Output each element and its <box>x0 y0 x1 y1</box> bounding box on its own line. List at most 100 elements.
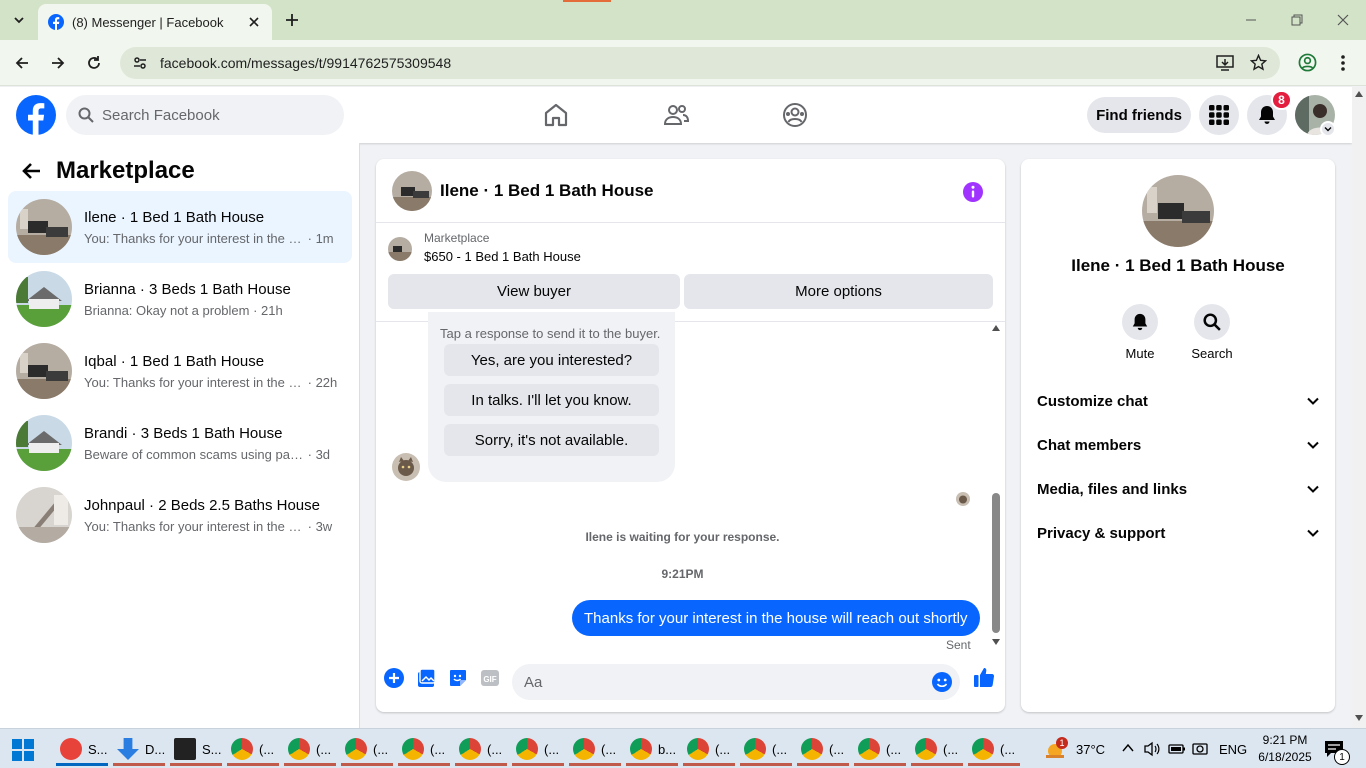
new-tab-icon[interactable] <box>282 10 302 30</box>
section-media-files-links[interactable]: Media, files and links <box>1029 467 1327 511</box>
back-button[interactable] <box>10 51 34 75</box>
emoji-icon[interactable] <box>932 672 952 692</box>
chevron-up-icon[interactable] <box>1122 743 1134 753</box>
view-buyer-button[interactable]: View buyer <box>388 274 680 309</box>
close-window-button[interactable] <box>1320 0 1366 40</box>
sender-avatar[interactable] <box>392 453 420 481</box>
reload-button[interactable] <box>82 51 106 75</box>
camera-icon[interactable] <box>1192 741 1208 757</box>
bookmark-star-icon[interactable] <box>1250 54 1267 71</box>
info-icon[interactable] <box>962 181 984 203</box>
chat-title[interactable]: Ilene · 1 Bed 1 Bath House <box>440 181 654 201</box>
conversation-item[interactable]: Ilene · 1 Bed 1 Bath House You: Thanks f… <box>8 191 352 263</box>
taskbar-app-button[interactable]: (... <box>968 732 1020 766</box>
taskbar-app-button[interactable]: (... <box>284 732 336 766</box>
conversation-item[interactable]: Johnpaul · 2 Beds 2.5 Baths House You: T… <box>8 479 352 551</box>
tab-search-button[interactable] <box>8 9 30 31</box>
marketplace-listing-banner[interactable]: Marketplace $650 - 1 Bed 1 Bath House <box>388 231 581 264</box>
taskbar-app-button[interactable]: S... <box>56 732 108 766</box>
account-chevron[interactable] <box>1320 121 1336 137</box>
details-avatar[interactable] <box>1142 175 1214 247</box>
battery-icon[interactable] <box>1168 741 1186 757</box>
facebook-search[interactable] <box>66 95 344 135</box>
windows-start-icon[interactable] <box>12 739 34 761</box>
site-settings-icon[interactable] <box>132 55 148 71</box>
scroll-up-arrow-icon[interactable] <box>1355 91 1363 97</box>
minimize-button[interactable] <box>1228 0 1274 40</box>
gif-button[interactable]: GIF <box>478 666 502 690</box>
arrow-left-icon <box>22 163 40 179</box>
listing-thumbnail <box>16 343 72 399</box>
profile-icon[interactable] <box>1298 53 1317 72</box>
like-button[interactable] <box>971 664 997 690</box>
language-indicator[interactable]: ENG <box>1219 729 1247 768</box>
speaker-icon[interactable] <box>1144 741 1160 757</box>
taskbar-app-button[interactable]: D... <box>113 732 165 766</box>
nav-friends[interactable] <box>661 100 691 130</box>
scroll-thumb[interactable] <box>992 493 1000 633</box>
conversation-preview: Brianna: Okay not a problem <box>84 302 250 318</box>
page-scrollbar[interactable] <box>1352 87 1366 728</box>
sticker-button[interactable] <box>446 666 470 690</box>
taskbar-app-button[interactable]: (... <box>455 732 507 766</box>
menu-button[interactable] <box>1199 95 1239 135</box>
browser-menu-icon[interactable] <box>1340 54 1346 72</box>
section-chat-members[interactable]: Chat members <box>1029 423 1327 467</box>
conversation-item[interactable]: Iqbal · 1 Bed 1 Bath House You: Thanks f… <box>8 335 352 407</box>
taskbar-app-button[interactable]: (... <box>911 732 963 766</box>
taskbar-app-button[interactable]: (... <box>227 732 279 766</box>
quick-reply-button[interactable]: Sorry, it's not available. <box>444 424 659 456</box>
facebook-search-input[interactable] <box>102 106 322 124</box>
message-input-box[interactable] <box>512 664 960 700</box>
thread-scrollbar[interactable] <box>989 321 1003 651</box>
chat-avatar[interactable] <box>392 170 432 211</box>
running-indicator <box>512 763 564 766</box>
nav-groups[interactable] <box>780 100 810 130</box>
message-input[interactable] <box>524 673 924 691</box>
marketplace-title: Marketplace <box>56 157 195 184</box>
mute-button[interactable] <box>1122 304 1158 340</box>
search-in-conversation-button[interactable] <box>1194 304 1230 340</box>
scroll-down-arrow-icon[interactable] <box>1355 715 1363 721</box>
sent-message-bubble[interactable]: Thanks for your interest in the house wi… <box>572 600 980 636</box>
forward-button[interactable] <box>46 51 70 75</box>
taskbar-app-button[interactable]: (... <box>569 732 621 766</box>
weather-widget[interactable]: 1 37°C <box>1044 729 1105 768</box>
conversation-item[interactable]: Brandi · 3 Beds 1 Bath House Beware of c… <box>8 407 352 479</box>
section-privacy-support[interactable]: Privacy & support <box>1029 511 1327 555</box>
taskbar-app-button[interactable]: (... <box>398 732 450 766</box>
message-composer: GIF <box>376 654 1005 710</box>
more-options-button[interactable]: More options <box>684 274 993 309</box>
scroll-down-arrow-icon[interactable] <box>992 639 1000 645</box>
quick-reply-button[interactable]: Yes, are you interested? <box>444 344 659 376</box>
close-tab-icon[interactable] <box>246 14 262 30</box>
taskbar-app-button[interactable]: b... <box>626 732 678 766</box>
url-omnibox[interactable]: facebook.com/messages/t/9914762575309548 <box>120 47 1280 79</box>
quick-reply-button[interactable]: In talks. I'll let you know. <box>444 384 659 416</box>
more-actions-button[interactable] <box>382 666 406 690</box>
taskbar-app-label: (... <box>715 741 731 757</box>
browser-tab-messenger[interactable]: (8) Messenger | Facebook <box>38 4 272 40</box>
conversation-item[interactable]: Brianna · 3 Beds 1 Bath House Brianna: O… <box>8 263 352 335</box>
attach-photo-button[interactable] <box>414 666 438 690</box>
search-action[interactable]: Search <box>1182 304 1242 361</box>
restore-button[interactable] <box>1274 0 1320 40</box>
listing-thumbnail <box>16 199 72 255</box>
taskbar-app-button[interactable]: (... <box>797 732 849 766</box>
nav-home[interactable] <box>541 100 571 130</box>
back-to-chats-button[interactable] <box>16 155 48 187</box>
taskbar-app-button[interactable]: (... <box>740 732 792 766</box>
sticker-icon <box>450 670 466 686</box>
install-app-icon[interactable] <box>1216 55 1234 71</box>
taskbar-app-button[interactable]: (... <box>341 732 393 766</box>
section-customize-chat[interactable]: Customize chat <box>1029 379 1327 423</box>
scroll-up-arrow-icon[interactable] <box>992 325 1000 331</box>
taskbar-app-button[interactable]: (... <box>683 732 735 766</box>
find-friends-button[interactable]: Find friends <box>1087 97 1191 133</box>
facebook-logo-icon[interactable] <box>16 95 56 135</box>
mute-action[interactable]: Mute <box>1110 304 1170 361</box>
taskbar-app-button[interactable]: S... <box>170 732 222 766</box>
taskbar-app-button[interactable]: (... <box>512 732 564 766</box>
taskbar-app-button[interactable]: (... <box>854 732 906 766</box>
taskbar-clock[interactable]: 9:21 PM 6/18/2025 <box>1255 732 1315 766</box>
